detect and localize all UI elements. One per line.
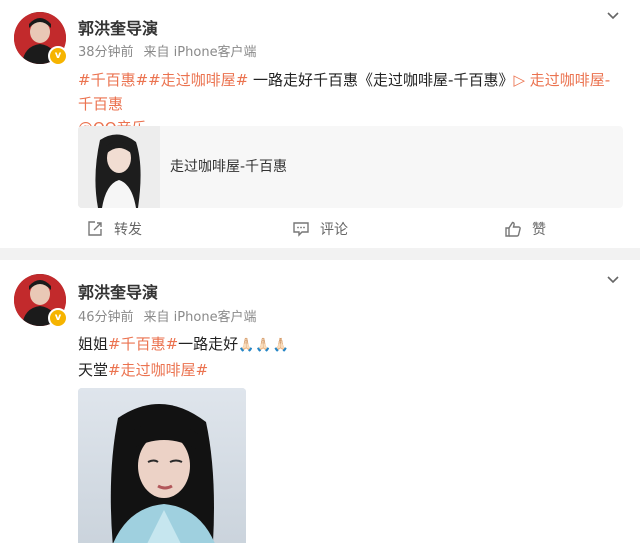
- pray-emoji: 🙏🏻🙏🏻🙏🏻: [238, 338, 290, 353]
- avatar[interactable]: v: [14, 12, 68, 66]
- post-meta: 46分钟前 来自 iPhone客户端: [78, 306, 257, 325]
- music-title: 走过咖啡屋-千百惠: [170, 159, 288, 175]
- hashtag-link[interactable]: #走过咖啡屋#: [148, 71, 248, 89]
- post-actions: 转发 评论 赞: [0, 214, 640, 244]
- post-text: 一路走好: [178, 335, 239, 353]
- music-card[interactable]: 走过咖啡屋-千百惠: [78, 126, 623, 208]
- chevron-down-icon[interactable]: [606, 272, 620, 286]
- comment-icon: [293, 222, 309, 237]
- post-source: 来自 iPhone客户端: [143, 310, 257, 325]
- post-text: 一路走好千百惠《走过咖啡屋-千百惠》: [248, 71, 514, 89]
- hashtag-link[interactable]: #千百惠#: [78, 71, 148, 89]
- music-thumbnail: [78, 126, 160, 208]
- hashtag-link[interactable]: #千百惠#: [108, 335, 178, 353]
- author-name[interactable]: 郭洪奎导演: [78, 279, 158, 303]
- post-time[interactable]: 38分钟前: [78, 45, 134, 60]
- post-meta: 38分钟前 来自 iPhone客户端: [78, 41, 257, 60]
- post-separator: [0, 248, 640, 260]
- weibo-post: v 郭洪奎导演 46分钟前 来自 iPhone客户端 姐姐#千百惠#一路走好🙏🏻🙏…: [0, 260, 640, 543]
- avatar[interactable]: v: [14, 274, 68, 328]
- comment-label: 评论: [320, 222, 348, 238]
- chevron-down-icon[interactable]: [606, 8, 620, 22]
- repost-label: 转发: [114, 222, 142, 238]
- repost-button[interactable]: 转发: [86, 214, 142, 244]
- author-name[interactable]: 郭洪奎导演: [78, 15, 158, 39]
- post-time[interactable]: 46分钟前: [78, 310, 134, 325]
- post-text: 姐姐: [78, 335, 109, 353]
- comment-button[interactable]: 评论: [292, 214, 348, 244]
- weibo-feed: v 郭洪奎导演 38分钟前 来自 iPhone客户端 #千百惠##走过咖啡屋# 一…: [0, 0, 640, 543]
- like-button[interactable]: 赞: [504, 214, 546, 244]
- post-photo[interactable]: [78, 388, 246, 543]
- post-source: 来自 iPhone客户端: [143, 45, 257, 60]
- hashtag-link[interactable]: #走过咖啡屋#: [108, 361, 208, 379]
- post-text: 天堂: [78, 361, 109, 379]
- repost-icon: [88, 221, 102, 236]
- verified-badge-icon: v: [48, 308, 68, 328]
- post-content: 姐姐#千百惠#一路走好🙏🏻🙏🏻🙏🏻 天堂#走过咖啡屋#: [78, 332, 623, 382]
- verified-badge-icon: v: [48, 46, 68, 66]
- like-label: 赞: [532, 222, 546, 238]
- thumbs-up-icon: [505, 221, 521, 237]
- weibo-post: v 郭洪奎导演 38分钟前 来自 iPhone客户端 #千百惠##走过咖啡屋# 一…: [0, 0, 640, 248]
